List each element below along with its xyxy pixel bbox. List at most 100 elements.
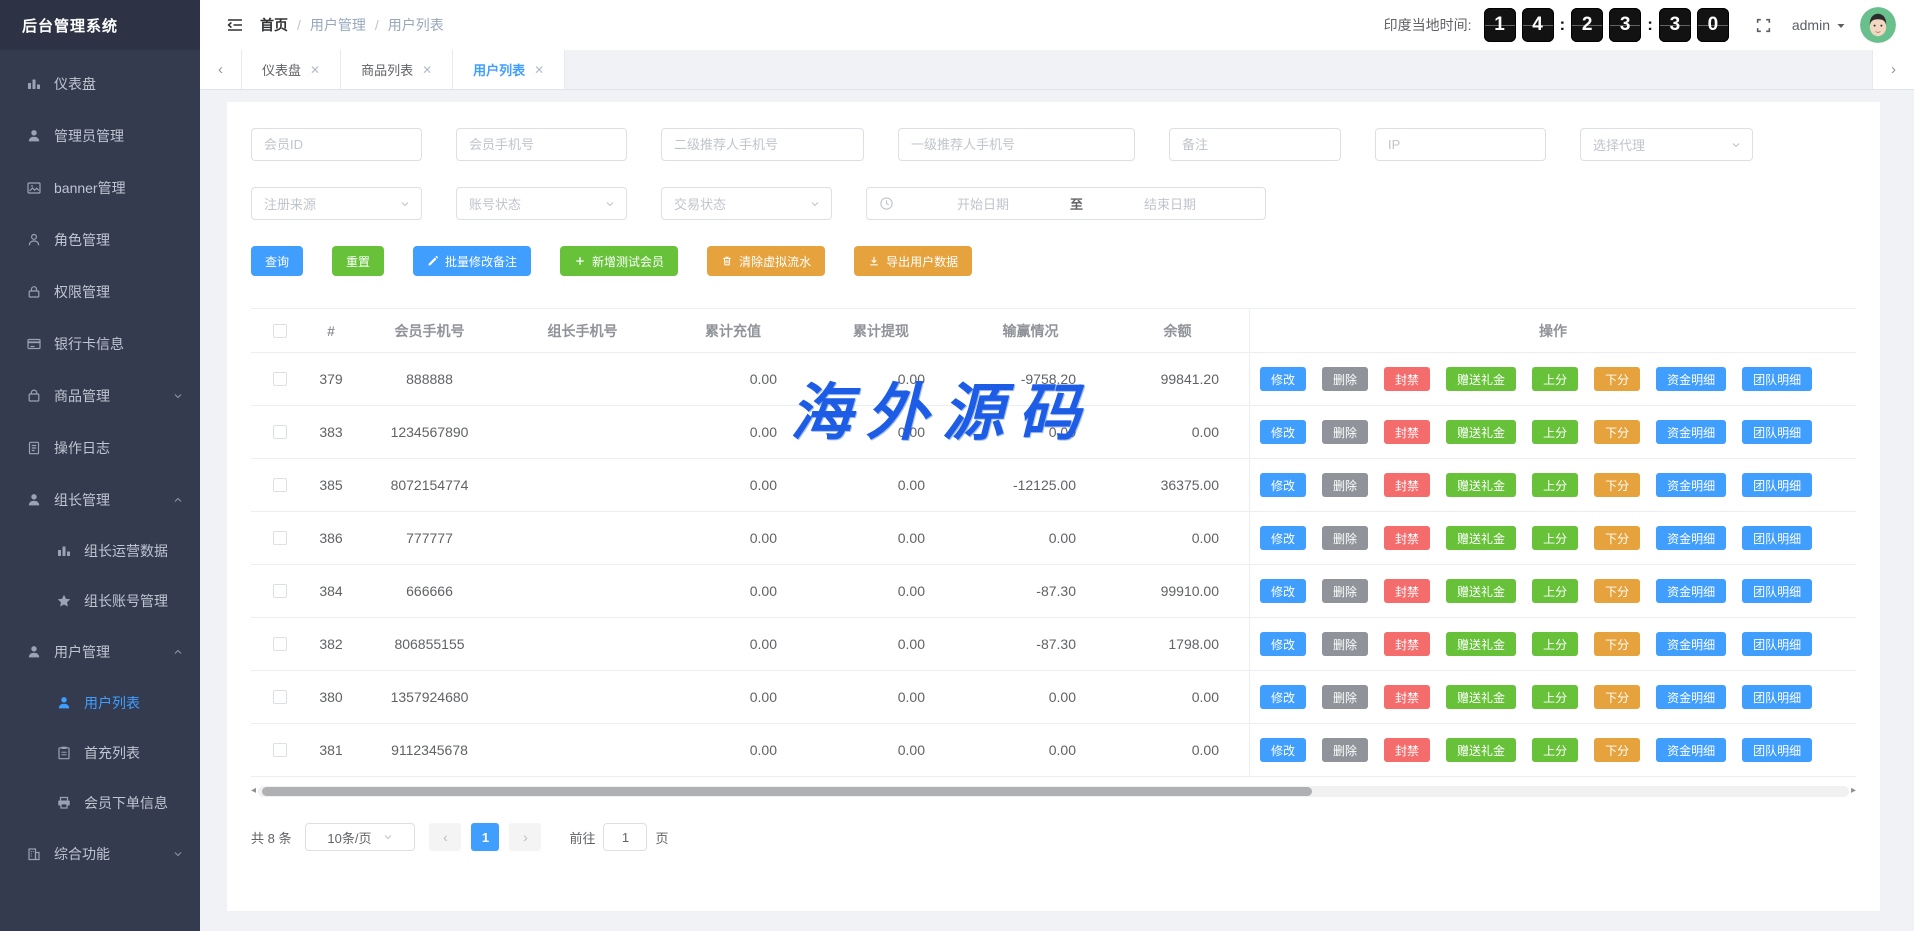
funds-detail-action-button[interactable]: 资金明细 bbox=[1656, 579, 1726, 603]
row-checkbox[interactable] bbox=[273, 425, 287, 439]
sub-score-action-button[interactable]: 下分 bbox=[1594, 685, 1640, 709]
export-user-data-button[interactable]: 导出用户数据 bbox=[854, 246, 972, 276]
ban-action-button[interactable]: 封禁 bbox=[1384, 367, 1430, 391]
team-detail-action-button[interactable]: 团队明细 bbox=[1742, 738, 1812, 762]
edit-action-button[interactable]: 修改 bbox=[1260, 685, 1306, 709]
add-score-action-button[interactable]: 上分 bbox=[1532, 367, 1578, 391]
ban-action-button[interactable]: 封禁 bbox=[1384, 632, 1430, 656]
close-icon[interactable]: ✕ bbox=[310, 63, 320, 77]
fullscreen-icon[interactable] bbox=[1755, 17, 1772, 34]
team-detail-action-button[interactable]: 团队明细 bbox=[1742, 632, 1812, 656]
gift-bonus-action-button[interactable]: 赠送礼金 bbox=[1446, 420, 1516, 444]
delete-action-button[interactable]: 删除 bbox=[1322, 526, 1368, 550]
row-checkbox[interactable] bbox=[273, 531, 287, 545]
add-score-action-button[interactable]: 上分 bbox=[1532, 526, 1578, 550]
close-icon[interactable]: ✕ bbox=[534, 63, 544, 77]
row-checkbox[interactable] bbox=[273, 690, 287, 704]
ban-action-button[interactable]: 封禁 bbox=[1384, 685, 1430, 709]
batch-edit-remark-button[interactable]: 批量修改备注 bbox=[413, 246, 531, 276]
prev-page-button[interactable]: ‹ bbox=[429, 823, 461, 851]
gift-bonus-action-button[interactable]: 赠送礼金 bbox=[1446, 685, 1516, 709]
funds-detail-action-button[interactable]: 资金明细 bbox=[1656, 738, 1726, 762]
goto-page-input[interactable] bbox=[603, 823, 647, 851]
delete-action-button[interactable]: 删除 bbox=[1322, 685, 1368, 709]
sub-score-action-button[interactable]: 下分 bbox=[1594, 420, 1640, 444]
add-test-member-button[interactable]: 新增测试会员 bbox=[560, 246, 678, 276]
gift-bonus-action-button[interactable]: 赠送礼金 bbox=[1446, 738, 1516, 762]
add-score-action-button[interactable]: 上分 bbox=[1532, 738, 1578, 762]
sidebar-item-0[interactable]: 仪表盘 bbox=[0, 58, 200, 110]
collapse-sidebar-icon[interactable] bbox=[226, 17, 244, 33]
ban-action-button[interactable]: 封禁 bbox=[1384, 738, 1430, 762]
delete-action-button[interactable]: 删除 bbox=[1322, 367, 1368, 391]
filter-input-0[interactable] bbox=[251, 128, 422, 161]
close-icon[interactable]: ✕ bbox=[422, 63, 432, 77]
row-checkbox[interactable] bbox=[273, 372, 287, 386]
tabs-scroll-left-icon[interactable]: ‹ bbox=[200, 50, 242, 89]
user-menu[interactable]: admin bbox=[1792, 17, 1846, 33]
add-score-action-button[interactable]: 上分 bbox=[1532, 685, 1578, 709]
delete-action-button[interactable]: 删除 bbox=[1322, 738, 1368, 762]
sidebar-item-13[interactable]: 首充列表 bbox=[0, 728, 200, 778]
sidebar-item-6[interactable]: 商品管理 bbox=[0, 370, 200, 422]
sidebar-item-15[interactable]: 综合功能 bbox=[0, 828, 200, 880]
delete-action-button[interactable]: 删除 bbox=[1322, 420, 1368, 444]
team-detail-action-button[interactable]: 团队明细 bbox=[1742, 473, 1812, 497]
clear-virtual-flow-button[interactable]: 清除虚拟流水 bbox=[707, 246, 825, 276]
tab-1[interactable]: 商品列表✕ bbox=[341, 50, 453, 89]
team-detail-action-button[interactable]: 团队明细 bbox=[1742, 526, 1812, 550]
edit-action-button[interactable]: 修改 bbox=[1260, 473, 1306, 497]
gift-bonus-action-button[interactable]: 赠送礼金 bbox=[1446, 579, 1516, 603]
edit-action-button[interactable]: 修改 bbox=[1260, 632, 1306, 656]
sidebar-item-11[interactable]: 用户管理 bbox=[0, 626, 200, 678]
row-checkbox[interactable] bbox=[273, 743, 287, 757]
gift-bonus-action-button[interactable]: 赠送礼金 bbox=[1446, 367, 1516, 391]
agent-select[interactable]: 选择代理 bbox=[1580, 128, 1753, 161]
ban-action-button[interactable]: 封禁 bbox=[1384, 579, 1430, 603]
edit-action-button[interactable]: 修改 bbox=[1260, 367, 1306, 391]
add-score-action-button[interactable]: 上分 bbox=[1532, 420, 1578, 444]
ban-action-button[interactable]: 封禁 bbox=[1384, 526, 1430, 550]
filter-select-2[interactable]: 交易状态 bbox=[661, 187, 832, 220]
sub-score-action-button[interactable]: 下分 bbox=[1594, 579, 1640, 603]
ban-action-button[interactable]: 封禁 bbox=[1384, 473, 1430, 497]
edit-action-button[interactable]: 修改 bbox=[1260, 526, 1306, 550]
sub-score-action-button[interactable]: 下分 bbox=[1594, 738, 1640, 762]
add-score-action-button[interactable]: 上分 bbox=[1532, 579, 1578, 603]
filter-input-5[interactable] bbox=[1375, 128, 1546, 161]
gift-bonus-action-button[interactable]: 赠送礼金 bbox=[1446, 473, 1516, 497]
select-all-checkbox[interactable] bbox=[273, 324, 287, 338]
row-checkbox[interactable] bbox=[273, 637, 287, 651]
filter-input-1[interactable] bbox=[456, 128, 627, 161]
team-detail-action-button[interactable]: 团队明细 bbox=[1742, 367, 1812, 391]
date-range-picker[interactable]: 开始日期至结束日期 bbox=[866, 187, 1266, 220]
tab-0[interactable]: 仪表盘✕ bbox=[242, 50, 341, 89]
page-number-button[interactable]: 1 bbox=[471, 823, 499, 851]
sidebar-item-7[interactable]: 操作日志 bbox=[0, 422, 200, 474]
team-detail-action-button[interactable]: 团队明细 bbox=[1742, 579, 1812, 603]
edit-action-button[interactable]: 修改 bbox=[1260, 420, 1306, 444]
funds-detail-action-button[interactable]: 资金明细 bbox=[1656, 685, 1726, 709]
tab-2[interactable]: 用户列表✕ bbox=[453, 50, 565, 89]
sidebar-item-12[interactable]: 用户列表 bbox=[0, 678, 200, 728]
reset-button[interactable]: 重置 bbox=[332, 246, 384, 276]
search-button[interactable]: 查询 bbox=[251, 246, 303, 276]
gift-bonus-action-button[interactable]: 赠送礼金 bbox=[1446, 526, 1516, 550]
sidebar-item-4[interactable]: 权限管理 bbox=[0, 266, 200, 318]
team-detail-action-button[interactable]: 团队明细 bbox=[1742, 685, 1812, 709]
filter-select-1[interactable]: 账号状态 bbox=[456, 187, 627, 220]
funds-detail-action-button[interactable]: 资金明细 bbox=[1656, 632, 1726, 656]
sidebar-item-10[interactable]: 组长账号管理 bbox=[0, 576, 200, 626]
tabs-scroll-right-icon[interactable]: › bbox=[1872, 50, 1914, 89]
next-page-button[interactable]: › bbox=[509, 823, 541, 851]
breadcrumb-item-0[interactable]: 首页 bbox=[260, 15, 288, 35]
sidebar-item-14[interactable]: 会员下单信息 bbox=[0, 778, 200, 828]
sidebar-item-8[interactable]: 组长管理 bbox=[0, 474, 200, 526]
breadcrumb-item-2[interactable]: 用户列表 bbox=[388, 15, 444, 35]
team-detail-action-button[interactable]: 团队明细 bbox=[1742, 420, 1812, 444]
sidebar-item-2[interactable]: banner管理 bbox=[0, 162, 200, 214]
avatar[interactable] bbox=[1860, 7, 1896, 43]
filter-select-0[interactable]: 注册来源 bbox=[251, 187, 422, 220]
delete-action-button[interactable]: 删除 bbox=[1322, 632, 1368, 656]
row-checkbox[interactable] bbox=[273, 478, 287, 492]
